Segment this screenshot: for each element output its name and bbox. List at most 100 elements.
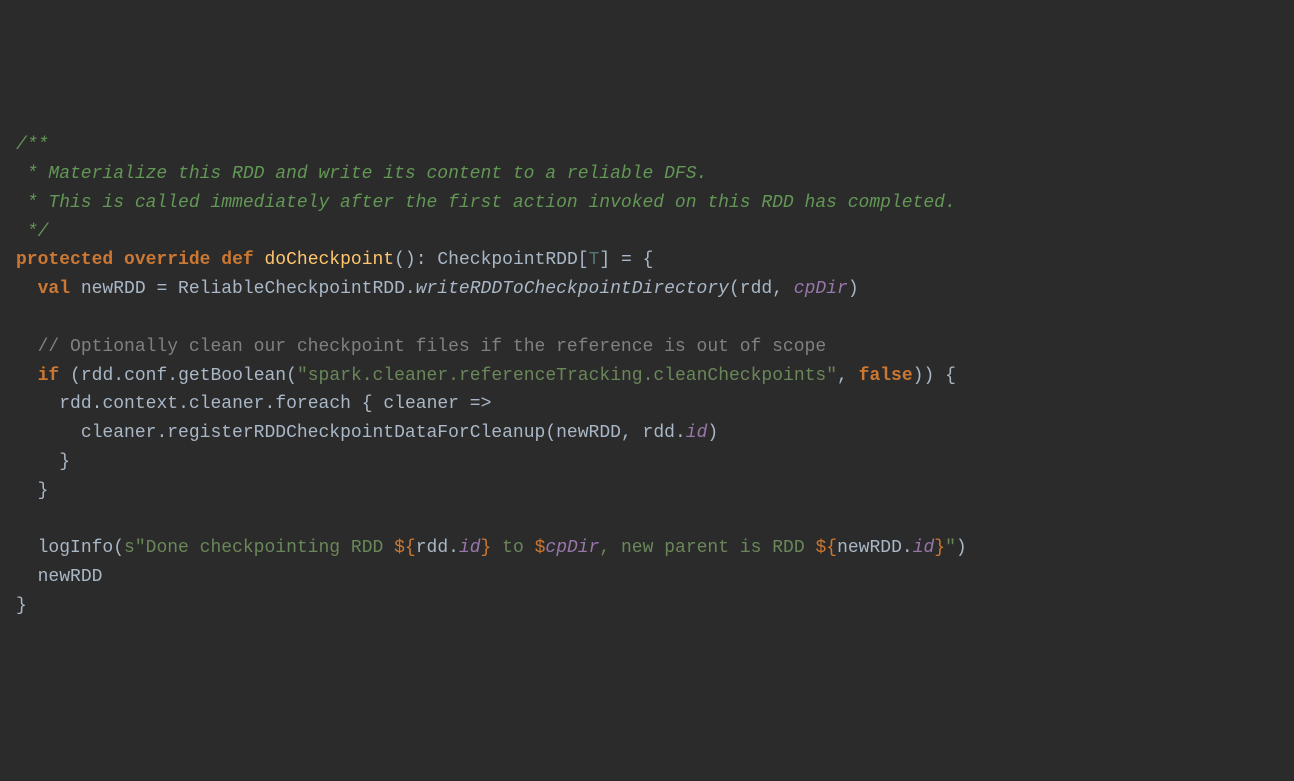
lambda-param: cleaner <box>383 394 459 414</box>
double-paren-close: )) <box>913 366 935 386</box>
dot: . <box>265 394 276 414</box>
doc-comment-line: * Materialize this RDD and write its con… <box>16 164 707 184</box>
doc-comment-end: */ <box>16 222 48 242</box>
space <box>70 279 81 299</box>
code-line: if (rdd.conf.getBoolean("spark.cleaner.r… <box>16 362 1278 391</box>
identifier: rdd <box>59 394 91 414</box>
keyword-if: if <box>38 366 60 386</box>
code-line-empty <box>16 506 1278 535</box>
dot: . <box>92 394 103 414</box>
line-comment: // Optionally clean our checkpoint files… <box>38 337 827 357</box>
code-line: cleaner.registerRDDCheckpointDataForClea… <box>16 419 1278 448</box>
space <box>113 250 124 270</box>
brace-close: } <box>59 452 70 472</box>
keyword-override: override <box>124 250 210 270</box>
method-call: foreach <box>275 394 351 414</box>
comma: , <box>621 423 643 443</box>
code-line: } <box>16 477 1278 506</box>
space <box>351 394 362 414</box>
arrow: => <box>459 394 491 414</box>
property: id <box>686 423 708 443</box>
space <box>59 366 70 386</box>
space <box>427 250 438 270</box>
brace-close: } <box>481 538 492 558</box>
dot: . <box>178 394 189 414</box>
identifier: newRDD <box>556 423 621 443</box>
brace-close: } <box>934 538 945 558</box>
method-call: writeRDDToCheckpointDirectory <box>416 279 729 299</box>
identifier: rdd <box>643 423 675 443</box>
string-part: Done checkpointing RDD <box>146 538 394 558</box>
dot: . <box>675 423 686 443</box>
code-line: } <box>16 448 1278 477</box>
identifier: cleaner <box>189 394 265 414</box>
string-quote-end: " <box>945 538 956 558</box>
string-literal: "spark.cleaner.referenceTracking.cleanCh… <box>297 366 837 386</box>
code-line: */ <box>16 218 1278 247</box>
param: cpDir <box>545 538 599 558</box>
space <box>210 250 221 270</box>
paren-open: ( <box>394 250 405 270</box>
equals: = <box>610 250 642 270</box>
method-call: logInfo <box>38 538 114 558</box>
code-line: * Materialize this RDD and write its con… <box>16 160 1278 189</box>
dot: . <box>902 538 913 558</box>
space <box>373 394 384 414</box>
code-line: protected override def doCheckpoint(): C… <box>16 246 1278 275</box>
dot: . <box>156 423 167 443</box>
code-line: val newRDD = ReliableCheckpointRDD.write… <box>16 275 1278 304</box>
keyword-false: false <box>859 366 913 386</box>
doc-comment-line: * This is called immediately after the f… <box>16 193 956 213</box>
param: cpDir <box>794 279 848 299</box>
identifier: context <box>102 394 178 414</box>
brace-close: } <box>16 596 27 616</box>
paren-close: ) <box>956 538 967 558</box>
identifier: newRDD <box>38 567 103 587</box>
identifier: cleaner <box>81 423 157 443</box>
paren-close: ) <box>848 279 859 299</box>
code-line-empty <box>16 304 1278 333</box>
paren-close: ) <box>405 250 416 270</box>
code-editor[interactable]: /** * Materialize this RDD and write its… <box>16 131 1278 621</box>
code-line: /** <box>16 131 1278 160</box>
brace-open: { <box>643 250 654 270</box>
colon: : <box>416 250 427 270</box>
dot: . <box>448 538 459 558</box>
method-name: doCheckpoint <box>264 250 394 270</box>
comma: , <box>837 366 859 386</box>
code-line: // Optionally clean our checkpoint files… <box>16 333 1278 362</box>
code-line: } <box>16 592 1278 621</box>
method-call: registerRDDCheckpointDataForCleanup <box>167 423 545 443</box>
dot: . <box>405 279 416 299</box>
paren-open: ( <box>70 366 81 386</box>
identifier: rdd <box>81 366 113 386</box>
doc-comment-start: /** <box>16 135 48 155</box>
property: id <box>913 538 935 558</box>
keyword-val: val <box>38 279 70 299</box>
type-name: ReliableCheckpointRDD <box>178 279 405 299</box>
bracket-close: ] <box>599 250 610 270</box>
identifier: rdd <box>416 538 448 558</box>
space <box>254 250 265 270</box>
interp-dollar: $ <box>535 538 546 558</box>
interp-dollar-brace: ${ <box>394 538 416 558</box>
code-line: rdd.context.cleaner.foreach { cleaner => <box>16 390 1278 419</box>
paren-open: ( <box>286 366 297 386</box>
dot: . <box>167 366 178 386</box>
string-part: to <box>491 538 534 558</box>
paren-open: ( <box>113 538 124 558</box>
paren-close: ) <box>707 423 718 443</box>
identifier: newRDD <box>837 538 902 558</box>
brace-open: { <box>362 394 373 414</box>
bracket-open: [ <box>578 250 589 270</box>
code-line: newRDD <box>16 563 1278 592</box>
dot: . <box>113 366 124 386</box>
keyword-def: def <box>221 250 253 270</box>
brace-open: { <box>945 366 956 386</box>
code-line: * This is called immediately after the f… <box>16 189 1278 218</box>
method-call: getBoolean <box>178 366 286 386</box>
type-param: T <box>589 250 600 270</box>
string-part: , new parent is RDD <box>599 538 815 558</box>
property: id <box>459 538 481 558</box>
comma: , <box>772 279 794 299</box>
